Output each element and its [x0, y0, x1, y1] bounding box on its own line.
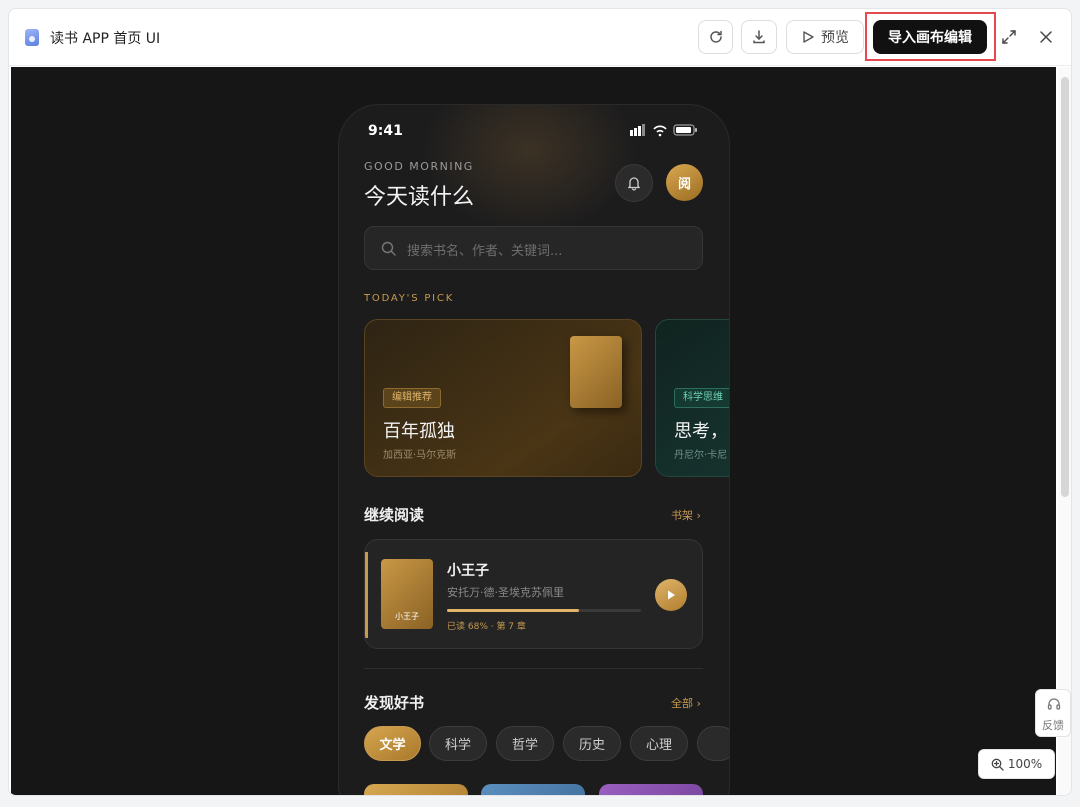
category-chip-philosophy[interactable]: 哲学 — [496, 726, 554, 761]
zoom-control[interactable]: 100% — [978, 749, 1055, 779]
avatar[interactable]: 阅 — [666, 164, 703, 201]
book-cover: 小王子 — [381, 559, 433, 629]
document-icon — [25, 29, 39, 46]
pick-card[interactable]: 编辑推荐 百年孤独 加西亚·马尔克斯 — [364, 319, 642, 477]
search-placeholder: 搜索书名、作者、关键词... — [407, 244, 563, 259]
category-chip-history[interactable]: 历史 — [563, 726, 621, 761]
discover-title: 发现好书 — [364, 694, 425, 712]
download-button[interactable] — [741, 20, 777, 54]
continue-reading-card[interactable]: 小王子 小王子 安托万·德·圣埃克苏佩里 已读 68% · 第 7 章 — [364, 539, 703, 649]
play-icon — [668, 590, 675, 600]
app-window: 读书 APP 首页 UI 预览 导入画布编辑 9:41 GOOD MORNING… — [8, 8, 1072, 796]
bookshelf-link[interactable]: 书架 › — [671, 507, 701, 523]
pick-tag: 编辑推荐 — [383, 388, 441, 408]
book-cover — [570, 336, 622, 408]
pick-author: 丹尼尔·卡尼 — [674, 450, 728, 461]
pick-author: 加西亚·马尔克斯 — [383, 450, 457, 461]
preview-canvas: 9:41 GOOD MORNING 今天读什么 阅 搜索书名、作者、关键词...… — [11, 67, 1056, 795]
category-chip-literature[interactable]: 文学 — [364, 726, 421, 761]
section-divider — [364, 668, 703, 669]
import-canvas-edit-button[interactable]: 导入画布编辑 — [873, 20, 987, 54]
book-card[interactable] — [481, 784, 585, 795]
feedback-button[interactable]: 反馈 — [1035, 689, 1071, 737]
reading-progress-bar — [447, 609, 641, 612]
play-button[interactable] — [655, 579, 687, 611]
todays-pick-label: TODAY'S PICK — [364, 293, 455, 304]
close-icon[interactable] — [1037, 28, 1055, 46]
headset-icon — [1047, 698, 1061, 710]
pick-title: 百年孤独 — [383, 421, 455, 442]
search-input[interactable]: 搜索书名、作者、关键词... — [364, 226, 703, 270]
view-all-link[interactable]: 全部 › — [671, 695, 701, 711]
continue-reading-title: 继续阅读 — [364, 506, 425, 524]
status-time: 9:41 — [368, 123, 403, 139]
headline: 今天读什么 — [364, 185, 475, 210]
preview-button[interactable]: 预览 — [786, 20, 864, 54]
category-chip-science[interactable]: 科学 — [429, 726, 487, 761]
zoom-level: 100% — [1007, 757, 1043, 771]
refresh-button[interactable] — [698, 20, 733, 54]
pick-tag: 科学思维 — [674, 388, 729, 408]
book-card[interactable] — [599, 784, 703, 795]
search-icon — [381, 241, 396, 256]
category-chip-more[interactable] — [697, 726, 729, 761]
feedback-label: 反馈 — [1042, 719, 1064, 732]
book-title: 小王子 — [447, 563, 489, 579]
notification-button[interactable] — [615, 164, 653, 202]
book-card[interactable] — [364, 784, 468, 795]
book-author: 安托万·德·圣埃克苏佩里 — [447, 586, 564, 599]
bell-icon — [627, 177, 641, 191]
play-outline-icon — [803, 31, 814, 43]
zoom-in-icon — [991, 758, 1004, 771]
greeting: GOOD MORNING — [364, 160, 474, 173]
pick-card[interactable]: 科学思维 思考， 丹尼尔·卡尼 — [655, 319, 729, 477]
reading-progress-fill — [447, 609, 579, 612]
expand-icon[interactable] — [1000, 28, 1018, 46]
window-title: 读书 APP 首页 UI — [50, 31, 161, 47]
phone-mockup: 9:41 GOOD MORNING 今天读什么 阅 搜索书名、作者、关键词...… — [339, 105, 729, 795]
top-toolbar: 读书 APP 首页 UI 预览 导入画布编辑 — [9, 9, 1071, 66]
scrollbar[interactable] — [1058, 67, 1071, 795]
refresh-icon — [709, 30, 722, 43]
pick-title: 思考， — [674, 421, 728, 442]
preview-label: 预览 — [821, 30, 849, 46]
category-chip-psychology[interactable]: 心理 — [630, 726, 688, 761]
status-icons — [630, 124, 697, 137]
reading-progress-text: 已读 68% · 第 7 章 — [447, 622, 526, 632]
download-icon — [753, 30, 765, 44]
scroll-thumb[interactable] — [1061, 77, 1069, 497]
